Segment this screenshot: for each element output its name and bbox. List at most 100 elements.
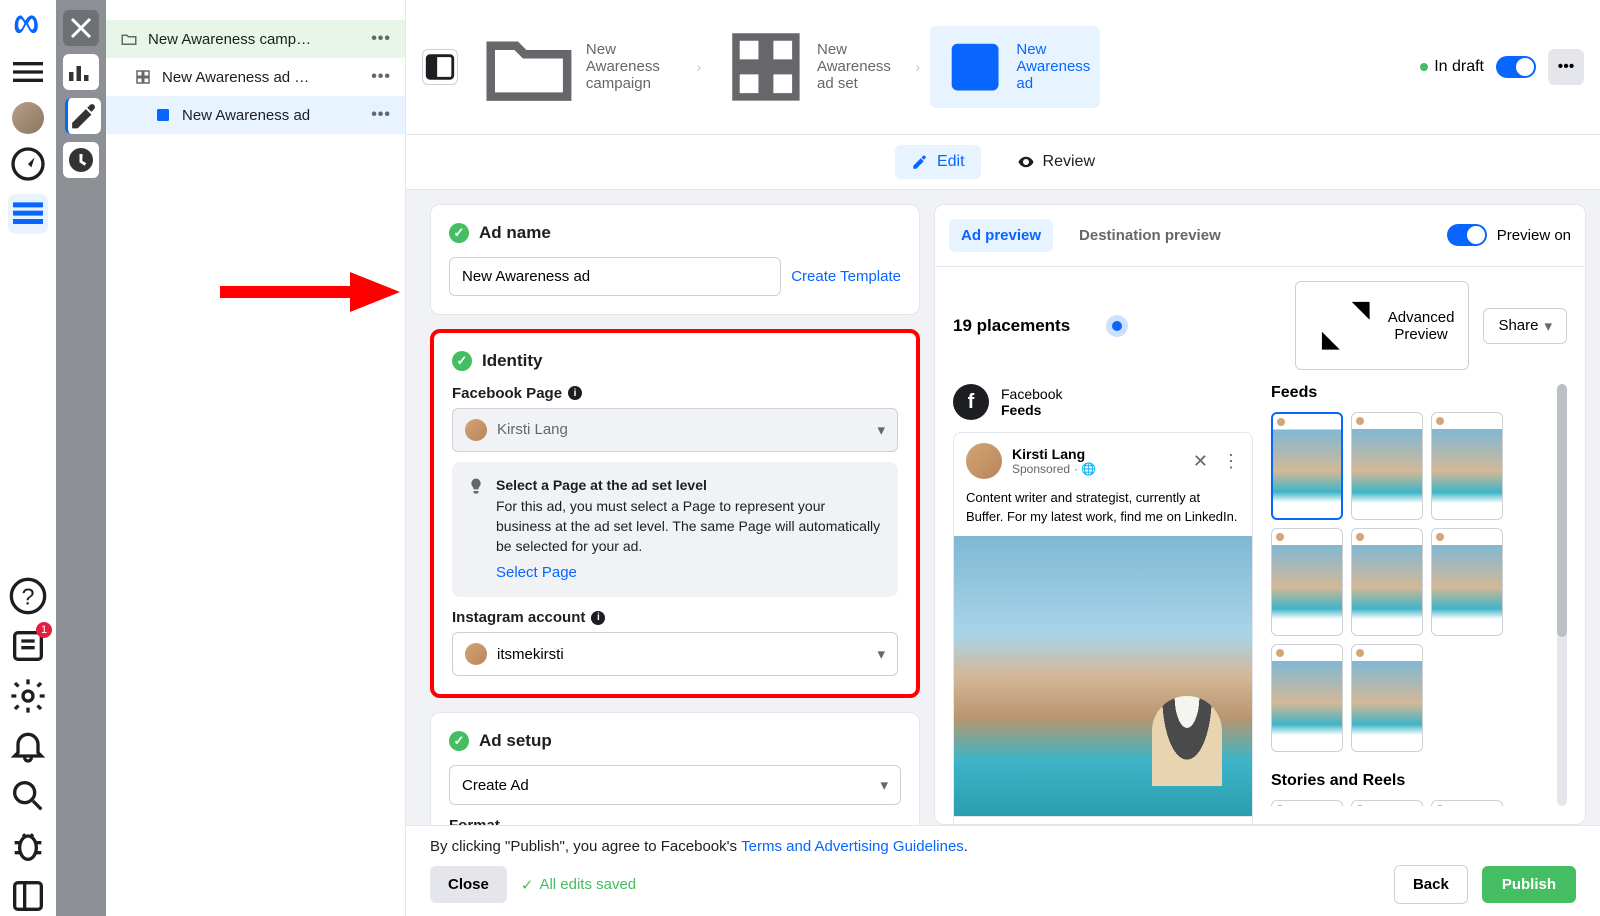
search-icon[interactable] bbox=[8, 776, 48, 816]
ad-preview-card: Kirsti Lang Sponsored · 🌐 ✕ ⋮ Content wr… bbox=[953, 432, 1253, 824]
gauge-icon[interactable] bbox=[8, 144, 48, 184]
ig-avatar bbox=[465, 643, 487, 665]
terms-link[interactable]: Terms and Advertising Guidelines bbox=[741, 838, 964, 855]
ad-icon bbox=[154, 106, 172, 124]
ad-name-card: ✓Ad name Create Template bbox=[430, 204, 920, 315]
check-icon: ✓ bbox=[452, 351, 472, 371]
more-icon[interactable]: ••• bbox=[371, 106, 391, 124]
news-icon[interactable] bbox=[8, 626, 48, 666]
placement-thumb[interactable] bbox=[1271, 412, 1343, 520]
more-icon[interactable]: ••• bbox=[371, 30, 391, 48]
facebook-icon: f bbox=[953, 384, 989, 420]
scrollbar[interactable] bbox=[1557, 384, 1567, 806]
subheader: Edit Review bbox=[406, 135, 1600, 190]
back-button[interactable]: Back bbox=[1394, 865, 1468, 904]
check-icon: ✓ bbox=[449, 223, 469, 243]
bug-icon[interactable] bbox=[8, 826, 48, 866]
placement-thumb[interactable] bbox=[1271, 800, 1343, 806]
review-tab[interactable]: Review bbox=[1001, 145, 1111, 179]
close-button[interactable]: Close bbox=[430, 866, 507, 903]
panel-toggle-button[interactable] bbox=[422, 49, 458, 85]
preview-avatar bbox=[966, 443, 1002, 479]
preview-panel: Ad preview Destination preview Preview o… bbox=[934, 204, 1586, 825]
check-icon: ✓ bbox=[449, 731, 469, 751]
edit-tool[interactable] bbox=[65, 98, 101, 134]
chevron-down-icon: ▾ bbox=[880, 776, 888, 794]
tree-adset-row[interactable]: New Awareness ad … ••• bbox=[106, 58, 405, 96]
pulse-indicator bbox=[1112, 321, 1122, 331]
left-rail: ? bbox=[0, 0, 56, 916]
page-avatar bbox=[465, 419, 487, 441]
main-area: New Awareness campaign › New Awareness a… bbox=[406, 0, 1600, 916]
fb-page-label: Facebook Pagei bbox=[452, 385, 898, 402]
ad-preview-tab[interactable]: Ad preview bbox=[949, 219, 1053, 252]
placements-count: 19 placements bbox=[953, 316, 1098, 336]
chevron-down-icon: ▾ bbox=[877, 421, 885, 439]
ad-setup-card: ✓Ad setup Create Ad ▾ Format bbox=[430, 712, 920, 825]
info-icon[interactable]: i bbox=[591, 611, 605, 625]
campaign-tree: New Awareness camp… ••• New Awareness ad… bbox=[106, 0, 406, 916]
meta-logo[interactable] bbox=[12, 10, 44, 42]
format-label: Format bbox=[449, 817, 901, 825]
select-page-link[interactable]: Select Page bbox=[496, 562, 884, 583]
destination-preview-tab[interactable]: Destination preview bbox=[1067, 219, 1233, 252]
placement-thumb[interactable] bbox=[1351, 528, 1423, 636]
crumb-campaign[interactable]: New Awareness campaign bbox=[468, 10, 686, 124]
placement-thumb[interactable] bbox=[1431, 528, 1503, 636]
chevron-down-icon: ▾ bbox=[877, 645, 885, 663]
chevron-right-icon: › bbox=[696, 59, 701, 75]
share-button[interactable]: Share▾ bbox=[1483, 308, 1567, 344]
preview-toggle[interactable] bbox=[1447, 224, 1487, 246]
identity-callout: Select a Page at the ad set level For th… bbox=[452, 462, 898, 597]
placement-thumb[interactable] bbox=[1271, 528, 1343, 636]
menu-icon[interactable] bbox=[8, 52, 48, 92]
lightbulb-icon bbox=[466, 476, 486, 496]
placement-thumb[interactable] bbox=[1271, 644, 1343, 752]
info-icon[interactable]: i bbox=[568, 386, 582, 400]
tree-ad-label: New Awareness ad bbox=[182, 107, 361, 124]
folder-icon bbox=[120, 30, 138, 48]
placement-thumb[interactable] bbox=[1351, 644, 1423, 752]
tree-campaign-label: New Awareness camp… bbox=[148, 31, 361, 48]
placement-thumb[interactable] bbox=[1351, 800, 1423, 806]
crumb-ad[interactable]: New Awareness ad bbox=[930, 26, 1100, 108]
more-icon[interactable]: ⋮ bbox=[1222, 451, 1240, 472]
draft-status: In draft bbox=[1420, 58, 1484, 76]
ad-setup-select[interactable]: Create Ad ▾ bbox=[449, 765, 901, 805]
notifications-icon[interactable] bbox=[8, 726, 48, 766]
placement-thumb[interactable] bbox=[1351, 412, 1423, 520]
close-tool[interactable] bbox=[63, 10, 99, 46]
collapse-icon[interactable] bbox=[8, 876, 48, 916]
create-template-link[interactable]: Create Template bbox=[791, 268, 901, 285]
footer: By clicking "Publish", you agree to Face… bbox=[406, 825, 1600, 916]
ad-name-input[interactable] bbox=[449, 257, 781, 296]
tree-campaign-row[interactable]: New Awareness camp… ••• bbox=[106, 20, 405, 58]
preview-creative bbox=[954, 536, 1252, 816]
account-avatar[interactable] bbox=[12, 102, 44, 134]
crumb-adset[interactable]: New Awareness ad set bbox=[711, 16, 905, 118]
topbar-more-button[interactable]: ••• bbox=[1548, 49, 1584, 85]
edit-tab[interactable]: Edit bbox=[895, 145, 981, 179]
tree-adset-label: New Awareness ad … bbox=[162, 69, 361, 86]
chevron-right-icon: › bbox=[915, 59, 920, 75]
placement-thumb[interactable] bbox=[1431, 800, 1503, 806]
tree-ad-row[interactable]: New Awareness ad ••• bbox=[106, 96, 405, 134]
topbar: New Awareness campaign › New Awareness a… bbox=[406, 0, 1600, 135]
fb-page-select[interactable]: Kirsti Lang ▾ bbox=[452, 408, 898, 452]
help-icon[interactable]: ? bbox=[8, 576, 48, 616]
settings-icon[interactable] bbox=[8, 676, 48, 716]
ads-manager-icon[interactable] bbox=[8, 194, 48, 234]
placement-thumb[interactable] bbox=[1431, 412, 1503, 520]
history-tool[interactable] bbox=[63, 142, 99, 178]
advanced-preview-button[interactable]: Advanced Preview bbox=[1295, 281, 1469, 371]
more-icon[interactable]: ••• bbox=[371, 68, 391, 86]
close-icon[interactable]: ✕ bbox=[1193, 451, 1208, 472]
saved-status: ✓ All edits saved bbox=[521, 876, 636, 894]
ig-account-select[interactable]: itsmekirsti ▾ bbox=[452, 632, 898, 676]
ig-account-label: Instagram accounti bbox=[452, 609, 898, 626]
publish-button[interactable]: Publish bbox=[1482, 866, 1576, 903]
chart-tool[interactable] bbox=[63, 54, 99, 90]
publish-toggle[interactable] bbox=[1496, 56, 1536, 78]
tools-column bbox=[56, 0, 106, 916]
identity-card: ✓Identity Facebook Pagei Kirsti Lang ▾ S… bbox=[430, 329, 920, 698]
